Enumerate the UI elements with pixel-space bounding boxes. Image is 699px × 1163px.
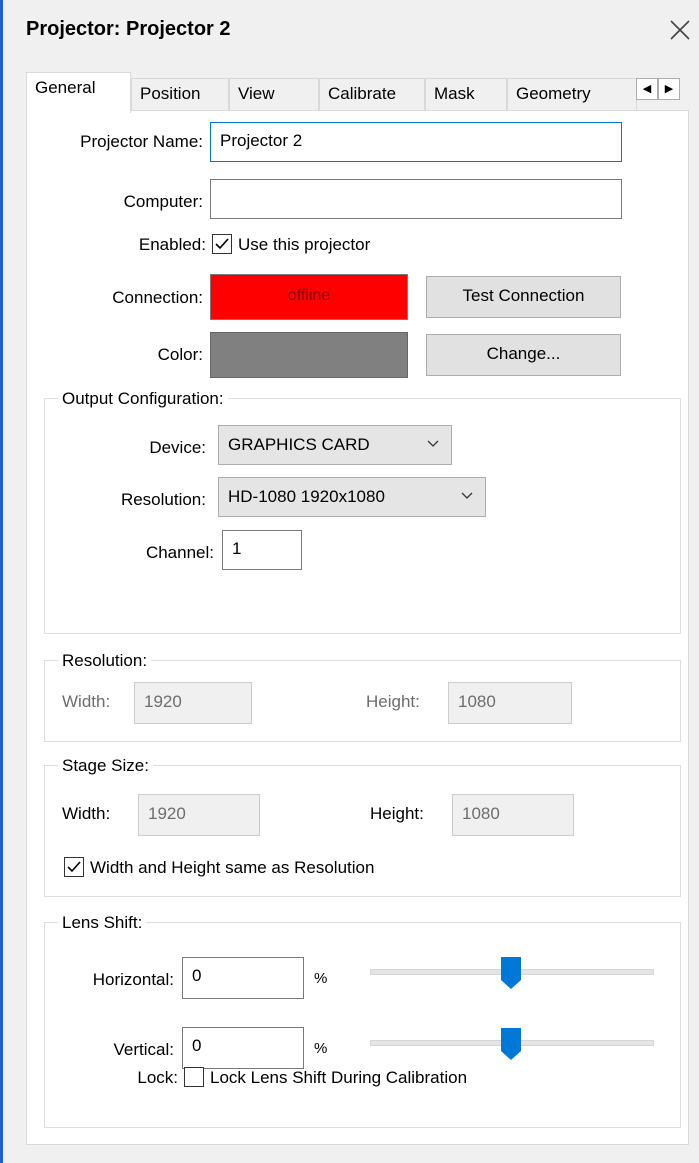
tab-label: Calibrate [328, 84, 397, 103]
stage-width-input[interactable]: 1920 [138, 794, 260, 836]
tab-scroll-right-icon[interactable]: ▶ [658, 78, 680, 100]
checkmark-icon [215, 238, 229, 250]
resolution-height-label: Height: [366, 692, 420, 711]
connection-status-indicator: offline [210, 274, 408, 320]
same-as-resolution-label: Width and Height same as Resolution [90, 858, 375, 877]
device-select[interactable]: GRAPHICS CARD [218, 425, 452, 465]
vertical-unit: % [314, 1040, 328, 1057]
lens-shift-title: Lens Shift: [58, 912, 147, 934]
tab-mask[interactable]: Mask [425, 78, 507, 110]
projector-name-label: Projector Name: [80, 132, 203, 151]
tab-label: View [238, 84, 275, 103]
change-color-button[interactable]: Change... [426, 334, 621, 376]
resolution-height-input: 1080 [448, 682, 572, 724]
horizontal-slider-thumb[interactable] [500, 956, 522, 990]
enabled-checkbox[interactable] [212, 234, 232, 254]
device-select-value: GRAPHICS CARD [228, 435, 370, 454]
tab-view[interactable]: View [229, 78, 319, 110]
close-icon[interactable] [666, 16, 694, 44]
lock-lens-shift-label: Lock Lens Shift During Calibration [210, 1068, 468, 1087]
color-swatch [210, 332, 408, 378]
window-title: Projector: Projector 2 [26, 18, 231, 40]
enabled-label: Enabled: [138, 235, 206, 254]
same-as-resolution-checkbox[interactable] [64, 857, 84, 877]
device-label: Device: [149, 438, 206, 457]
vertical-slider-thumb[interactable] [500, 1027, 522, 1061]
checkmark-icon [67, 861, 81, 873]
projector-name-input[interactable]: Projector 2 [210, 122, 622, 162]
horizontal-label: Horizontal: [92, 970, 174, 989]
connection-label: Connection: [112, 288, 203, 307]
tab-general[interactable]: General [26, 72, 131, 113]
output-configuration-title: Output Configuration: [58, 388, 228, 410]
resolution-group-title: Resolution: [58, 650, 152, 672]
tab-label: Position [140, 84, 201, 103]
stage-height-input[interactable]: 1080 [452, 794, 574, 836]
horizontal-unit: % [314, 970, 328, 987]
test-connection-button[interactable]: Test Connection [426, 276, 621, 318]
computer-label: Computer: [123, 192, 203, 211]
channel-input[interactable]: 1 [222, 530, 302, 570]
stage-size-title: Stage Size: [58, 755, 153, 777]
stage-height-label: Height: [370, 804, 424, 823]
tab-label: General [35, 78, 96, 97]
computer-input[interactable] [210, 179, 622, 219]
lens-shift-group [44, 922, 681, 1128]
tab-scroll-left-icon[interactable]: ◀ [636, 78, 658, 100]
tab-label: Mask [434, 84, 475, 103]
vertical-label: Vertical: [113, 1040, 174, 1059]
lock-label: Lock: [137, 1068, 178, 1087]
chevron-down-icon [427, 440, 439, 447]
tab-calibrate[interactable]: Calibrate [319, 78, 425, 110]
lock-lens-shift-checkbox[interactable] [184, 1067, 204, 1087]
enabled-checkbox-label: Use this projector [238, 235, 371, 254]
resolution-select[interactable]: HD-1080 1920x1080 [218, 477, 486, 517]
tab-geometry[interactable]: Geometry [507, 78, 637, 110]
vertical-shift-input[interactable]: 0 [182, 1027, 304, 1069]
tab-strip: General Position View Calibrate Mask Geo… [26, 72, 699, 113]
stage-width-label: Width: [62, 804, 111, 823]
resolution-width-input: 1920 [134, 682, 252, 724]
channel-label: Channel: [145, 543, 214, 562]
chevron-down-icon [461, 492, 473, 499]
resolution-width-label: Width: [62, 692, 111, 711]
window-border [0, 0, 3, 1163]
tab-position[interactable]: Position [131, 78, 229, 110]
horizontal-shift-input[interactable]: 0 [182, 957, 304, 999]
color-label: Color: [157, 345, 203, 364]
resolution-label: Resolution: [120, 490, 206, 509]
resolution-select-value: HD-1080 1920x1080 [228, 487, 385, 506]
tab-label: Geometry [516, 84, 591, 103]
